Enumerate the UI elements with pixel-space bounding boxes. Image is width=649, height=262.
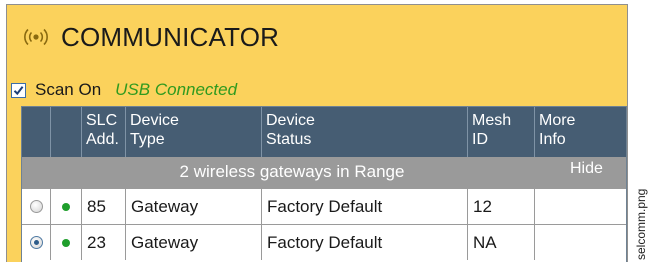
column-header-slc-add[interactable]: SLC Add.: [82, 107, 126, 157]
device-status-cell: Factory Default: [262, 225, 468, 260]
file-name-label: selcomm.png: [632, 180, 648, 260]
scan-row: Scan On USB Connected: [11, 79, 237, 101]
row-indicator-cell: [51, 225, 82, 260]
mesh-id-cell: NA: [468, 225, 535, 260]
row-select-radio[interactable]: [29, 236, 43, 249]
slc-address-cell: 23: [82, 225, 126, 260]
column-header-status-indicator[interactable]: [51, 107, 82, 157]
wireless-signal-icon: [21, 25, 51, 49]
row-indicator-cell: [51, 189, 82, 224]
column-header-select[interactable]: [22, 107, 51, 157]
scan-on-label[interactable]: Scan On: [35, 80, 101, 100]
column-header-label: More: [539, 112, 576, 129]
row-select-cell[interactable]: [22, 225, 51, 260]
scan-on-checkbox[interactable]: [11, 82, 26, 98]
column-header-device-type[interactable]: Device Type: [126, 107, 262, 157]
column-header-label: Add.: [86, 131, 119, 148]
row-select-cell[interactable]: [22, 189, 51, 224]
column-header-more-info[interactable]: More Info: [535, 107, 626, 157]
group-row: 2 wireless gateways in Range Hide: [22, 157, 626, 188]
column-header-label: ID: [472, 131, 488, 148]
column-header-label: Info: [539, 131, 566, 148]
communicator-panel: COMMUNICATOR Scan On USB Connected SLC A…: [6, 4, 628, 262]
device-status-cell: Factory Default: [262, 189, 468, 224]
column-header-label: SLC: [86, 112, 118, 129]
column-header-label: Device: [130, 112, 179, 129]
more-info-cell[interactable]: [535, 225, 626, 260]
device-type-cell: Gateway: [126, 225, 262, 260]
column-header-label: Mesh: [472, 112, 512, 129]
mesh-id-cell: 12: [468, 189, 535, 224]
table-row[interactable]: 85 Gateway Factory Default 12: [22, 188, 626, 224]
column-header-label: Status: [266, 131, 312, 148]
slc-address-cell: 85: [82, 189, 126, 224]
online-status-dot-icon: [62, 202, 70, 211]
file-name-text: selcomm.png: [634, 188, 648, 260]
gateway-grid: SLC Add. Device Type Device Status Mesh …: [21, 106, 627, 262]
row-select-radio[interactable]: [29, 200, 43, 213]
online-status-dot-icon: [62, 238, 70, 247]
grid-header: SLC Add. Device Type Device Status Mesh …: [22, 107, 626, 157]
device-type-cell: Gateway: [126, 189, 262, 224]
panel-title: COMMUNICATOR: [61, 21, 280, 52]
column-header-mesh-id[interactable]: Mesh ID: [468, 107, 535, 157]
group-row-label: 2 wireless gateways in Range: [179, 162, 405, 181]
hide-button[interactable]: Hide: [570, 160, 603, 178]
column-header-device-status[interactable]: Device Status: [262, 107, 468, 157]
table-row[interactable]: 23 Gateway Factory Default NA: [22, 224, 626, 260]
column-header-label: Type: [130, 131, 165, 148]
usb-status-text: USB Connected: [115, 80, 238, 99]
panel-header: COMMUNICATOR: [21, 19, 279, 55]
column-header-label: Device: [266, 112, 315, 129]
checkmark-icon: [13, 85, 24, 95]
more-info-cell[interactable]: [535, 189, 626, 224]
